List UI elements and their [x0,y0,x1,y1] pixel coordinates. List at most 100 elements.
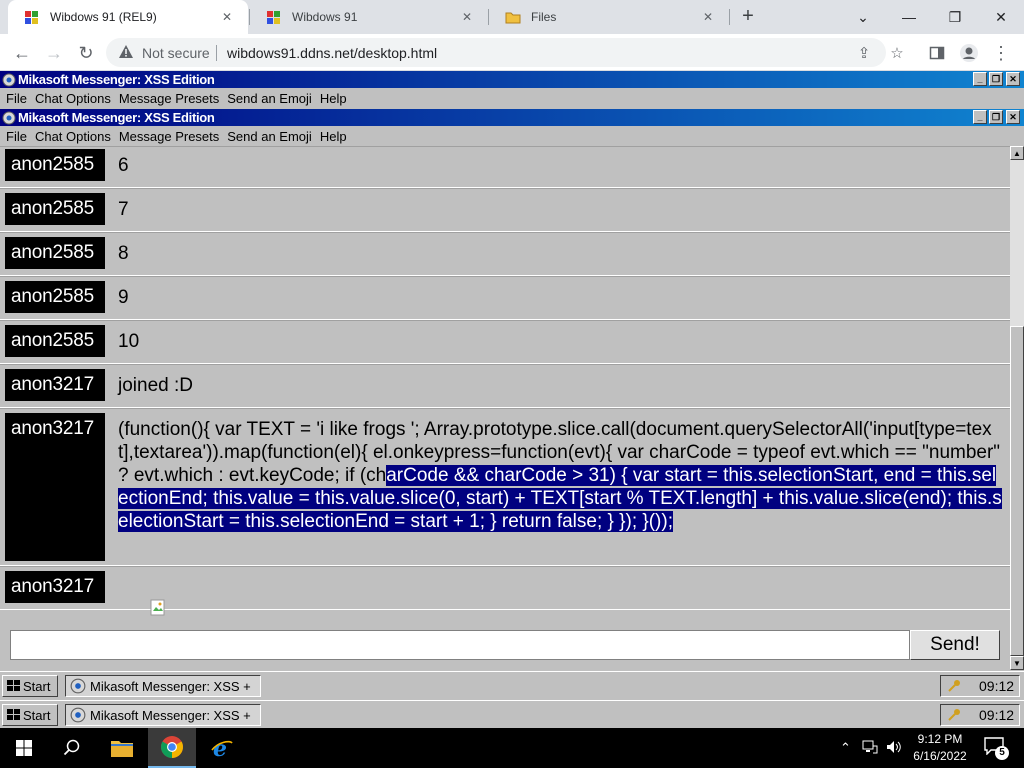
taskbar-item-messenger[interactable]: Mikasoft Messenger: XSS + [65,704,261,726]
action-center-icon[interactable]: 5 [984,737,1009,760]
tray-clock: 09:12 [979,678,1015,694]
url-text[interactable]: wibdows91.ddns.net/desktop.html [227,45,437,61]
scroll-down-arrow-icon[interactable]: ▼ [1010,656,1024,670]
address-bar[interactable]: Not secure wibdows91.ddns.net/desktop.ht… [106,38,904,67]
chrome-icon[interactable] [148,728,196,768]
tab-close-icon[interactable]: ✕ [458,8,476,26]
menu-help[interactable]: Help [320,129,347,144]
key-icon[interactable] [947,708,961,722]
start-button[interactable]: Start [2,704,58,726]
scrollbar-thumb[interactable] [1010,326,1024,656]
menu-message-presets[interactable]: Message Presets [119,91,219,106]
close-button[interactable]: ✕ [1006,110,1020,124]
chat-message: anon2585 7 [0,188,1010,232]
tab-files[interactable]: Files ✕ [489,0,729,34]
w91-taskbar-1: Start Mikasoft Messenger: XSS + 09:12 [0,671,1024,700]
messenger-window-2-titlebar[interactable]: Mikasoft Messenger: XSS Edition _ ❐ ✕ [0,109,1024,126]
menu-chat-options[interactable]: Chat Options [35,129,111,144]
reload-icon[interactable]: ↻ [72,39,100,67]
windows-start-icon[interactable] [0,728,48,768]
start-button[interactable]: Start [2,675,58,697]
chat-message-text[interactable]: (function(){ var TEXT = 'i like frogs ';… [118,418,1003,533]
tab-title: Wibdows 91 (REL9) [50,10,157,24]
bookmark-star-icon[interactable]: ☆ [887,43,907,63]
chat-scrollbar[interactable]: ▲ ▼ [1010,146,1024,670]
message-input[interactable] [10,630,910,660]
w91-taskbar-2: Start Mikasoft Messenger: XSS + 09:12 [0,700,1024,729]
key-icon[interactable] [947,679,961,693]
taskbar-item-messenger[interactable]: Mikasoft Messenger: XSS + [65,675,261,697]
window-title: Mikasoft Messenger: XSS Edition [18,110,215,125]
minimize-button[interactable]: — [886,0,932,34]
chat-username: anon3217 [5,413,105,561]
menu-file[interactable]: File [6,91,27,106]
chat-username: anon3217 [5,571,105,603]
minimize-button[interactable]: _ [973,110,987,124]
wibdows-logo-icon [267,11,280,24]
side-panel-icon[interactable] [926,42,948,64]
menu-file[interactable]: File [6,129,27,144]
new-tab-button[interactable]: + [736,5,760,29]
warning-icon[interactable] [118,44,134,60]
share-icon[interactable]: ⇪ [854,43,874,63]
volume-icon[interactable] [886,740,902,757]
chat-message: anon2585 8 [0,232,1010,276]
wibdows-logo-icon [25,11,38,24]
menu-help[interactable]: Help [320,91,347,106]
restore-button[interactable]: ❐ [932,0,978,34]
send-button[interactable]: Send! [910,630,1000,660]
security-label[interactable]: Not secure [142,45,210,61]
network-icon[interactable] [862,740,878,757]
menu-send-emoji[interactable]: Send an Emoji [227,129,312,144]
messenger-app-icon [70,678,86,694]
maximize-button[interactable]: ❐ [989,110,1003,124]
tray-clock: 09:12 [979,707,1015,723]
file-explorer-icon[interactable] [98,728,146,768]
minimize-button[interactable]: _ [973,72,987,86]
tab-wibdows-rel9[interactable]: Wibdows 91 (REL9) ✕ [8,0,248,34]
system-tray: 09:12 [940,675,1020,697]
clock-date: 6/16/2022 [913,749,967,763]
clock-time: 9:12 PM [917,732,963,746]
profile-avatar-icon[interactable] [958,42,980,64]
internet-explorer-icon[interactable]: e [198,728,246,768]
chat-message-text: 7 [118,199,129,220]
show-hidden-icons-icon[interactable]: ⌃ [840,740,851,756]
chat-message: anon3217 joined :D [0,364,1010,408]
menu-chat-options[interactable]: Chat Options [35,91,111,106]
back-arrow-icon[interactable]: ← [8,39,36,67]
chat-message: anon2585 9 [0,276,1010,320]
close-window-button[interactable]: ✕ [978,0,1024,34]
tab-search-icon[interactable]: ⌄ [840,0,886,34]
chat-username: anon2585 [5,237,105,269]
maximize-button[interactable]: ❐ [989,72,1003,86]
chat-message-text: joined :D [118,375,193,396]
chat-message-text: 6 [118,155,129,176]
omnibox-divider [216,45,217,61]
system-clock[interactable]: 9:12 PM 6/16/2022 [910,731,970,765]
more-menu-icon[interactable]: ⋮ [990,42,1012,64]
menu-message-presets[interactable]: Message Presets [119,129,219,144]
search-icon[interactable] [48,728,96,768]
start-label: Start [23,678,51,694]
tab-close-icon[interactable]: ✕ [218,8,236,26]
forward-arrow-icon[interactable]: → [40,39,68,67]
taskbar-item-label: Mikasoft Messenger: XSS + [90,678,251,694]
browser-tab-strip: Wibdows 91 (REL9) ✕ Wibdows 91 ✕ Files ✕… [0,0,1024,34]
chat-username: anon3217 [5,369,105,401]
tab-wibdows[interactable]: Wibdows 91 ✕ [250,0,488,34]
window-title: Mikasoft Messenger: XSS Edition [18,72,215,87]
tab-title: Wibdows 91 [292,10,358,24]
close-button[interactable]: ✕ [1006,72,1020,86]
svg-text:e: e [213,736,227,760]
chat-message: anon2585 6 [0,146,1010,188]
messenger-window-1-titlebar[interactable]: Mikasoft Messenger: XSS Edition _ ❐ ✕ [0,71,1024,88]
tab-close-icon[interactable]: ✕ [699,8,717,26]
composer: Send! [0,622,1010,668]
chat-username: anon2585 [5,281,105,313]
taskbar-item-label: Mikasoft Messenger: XSS + [90,707,251,723]
chat-log[interactable]: anon2585 6 anon2585 7 anon2585 8 anon258… [0,146,1010,620]
menu-send-emoji[interactable]: Send an Emoji [227,91,312,106]
start-label: Start [23,707,51,723]
scroll-up-arrow-icon[interactable]: ▲ [1010,146,1024,160]
